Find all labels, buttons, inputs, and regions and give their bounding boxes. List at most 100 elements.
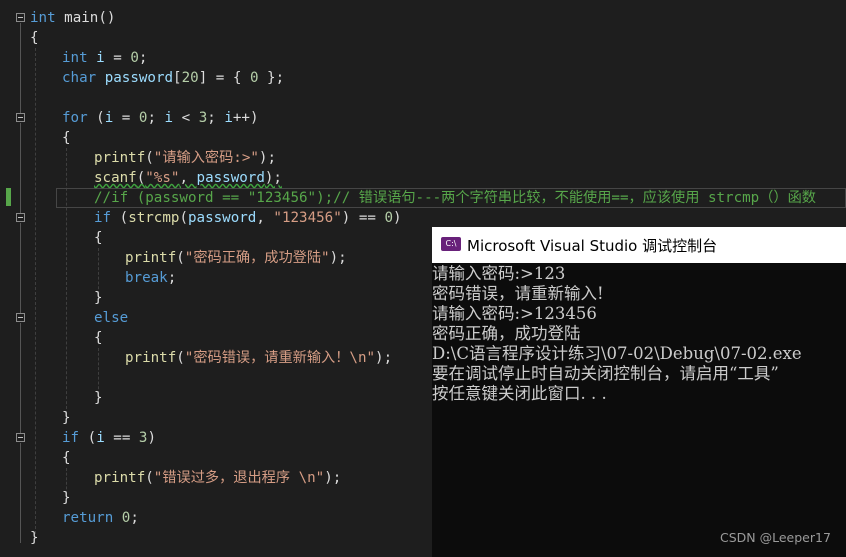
console-output-line: 密码错误，请重新输入!: [432, 284, 604, 303]
code-text: ;: [207, 110, 225, 126]
console-title-bar[interactable]: C:\ Microsoft Visual Studio 调试控制台: [432, 227, 846, 263]
number: 0: [384, 210, 394, 226]
function-name: scanf: [94, 170, 137, 186]
code-text: );: [329, 250, 347, 266]
comment: //if (password == "123456");// 错误语句---两个…: [94, 190, 816, 206]
brace: {: [30, 30, 39, 46]
identifier: i: [164, 110, 174, 126]
code-line: {: [94, 328, 103, 348]
identifier: i: [87, 50, 105, 66]
code-line: for (i = 0; i < 3; i++): [62, 108, 259, 128]
string-literal: "错误过多，退出程序 \n": [153, 470, 325, 486]
code-text: ;: [147, 110, 165, 126]
code-line: }: [94, 388, 103, 408]
code-line: else: [94, 308, 128, 328]
code-line: char password[20] = { 0 };: [62, 68, 284, 88]
fold-toggle-icon[interactable]: [16, 113, 25, 122]
code-text: main(): [55, 10, 116, 26]
code-text: );: [375, 350, 393, 366]
code-line: {: [94, 228, 103, 248]
identifier: i: [224, 110, 233, 126]
fold-toggle-icon[interactable]: [16, 313, 25, 322]
number: 0: [130, 50, 139, 66]
fold-toggle-icon[interactable]: [16, 433, 25, 442]
code-text: ,: [179, 170, 197, 186]
brace: }: [62, 490, 71, 506]
keyword: if: [62, 430, 80, 446]
fold-region-line: [20, 223, 21, 313]
change-indicator: [6, 188, 11, 206]
code-text: );: [324, 470, 342, 486]
code-text: ;: [138, 50, 148, 66]
code-line: printf("密码错误，请重新输入！\n");: [125, 348, 392, 368]
code-text: );: [258, 150, 276, 166]
code-line: printf("错误过多，退出程序 \n");: [94, 468, 341, 488]
brace: }: [30, 530, 39, 546]
function-name: printf: [125, 350, 177, 366]
keyword: int: [30, 10, 56, 26]
code-line: }: [62, 488, 71, 508]
identifier: i: [96, 430, 105, 446]
watermark: CSDN @Leeper17: [720, 530, 831, 545]
fold-toggle-icon[interactable]: [16, 213, 25, 222]
code-text: ) ==: [341, 210, 385, 226]
fold-toggle-icon[interactable]: [16, 13, 25, 22]
debug-console-window[interactable]: C:\ Microsoft Visual Studio 调试控制台 请输入密码:…: [432, 227, 846, 557]
code-text: =: [104, 50, 131, 66]
code-text: (: [111, 210, 129, 226]
code-line: return 0;: [62, 508, 139, 528]
code-line: {: [30, 28, 39, 48]
function-name: strcmp: [128, 210, 180, 226]
brace: {: [62, 130, 71, 146]
identifier: i: [104, 110, 114, 126]
console-output-line: 按任意键关闭此窗口. . .: [432, 384, 607, 403]
brace: {: [94, 330, 103, 346]
string-literal: "密码正确，成功登陆": [184, 250, 330, 266]
function-name: printf: [125, 250, 177, 266]
fold-region-line: [20, 23, 21, 113]
string-literal: "请输入密码:>": [153, 150, 259, 166]
keyword: else: [94, 310, 129, 326]
brace: {: [94, 230, 103, 246]
code-line: {: [62, 128, 71, 148]
console-output-line: D:\C语言程序设计练习\07-02\Debug\07-02.exe: [432, 344, 802, 363]
code-line: //if (password == "123456");// 错误语句---两个…: [94, 188, 816, 208]
editor-gutter: [0, 0, 30, 557]
code-line: printf("请输入密码:>");: [94, 148, 276, 168]
code-text: (: [79, 430, 97, 446]
code-line: }: [30, 528, 39, 548]
keyword: if: [94, 210, 112, 226]
keyword: char: [62, 70, 97, 86]
string-literal: "%s": [145, 170, 180, 186]
code-text: (: [179, 210, 188, 226]
number: 3: [198, 110, 208, 126]
code-line: }: [94, 288, 103, 308]
string-literal: "密码错误，请重新输入！\n": [184, 350, 376, 366]
code-line: int main(): [30, 8, 115, 28]
brace: }: [94, 290, 103, 306]
code-line: break;: [125, 268, 176, 288]
fold-region-line: [20, 323, 21, 433]
code-line: scanf("%s", password);: [94, 168, 282, 188]
code-text: <: [173, 110, 199, 126]
code-text: (: [136, 170, 146, 186]
visual-studio-console-icon: C:\: [441, 237, 461, 251]
code-text: (: [145, 470, 154, 486]
brace: {: [62, 450, 71, 466]
keyword: int: [62, 50, 88, 66]
identifier: password: [196, 170, 265, 186]
console-output-line: 要在调试停止时自动关闭控制台，请启用“工具”: [432, 364, 779, 383]
console-title: Microsoft Visual Studio 调试控制台: [467, 237, 718, 255]
fold-region-line: [20, 123, 21, 213]
keyword: break: [125, 270, 168, 286]
console-output-line: 密码正确，成功登陆: [432, 324, 581, 343]
code-line: if (strcmp(password, "123456") == 0): [94, 208, 402, 228]
number: 20: [181, 70, 199, 86]
code-text: ++): [232, 110, 259, 126]
code-line: int i = 0;: [62, 48, 147, 68]
code-text: ): [393, 210, 402, 226]
code-text: =: [113, 110, 139, 126]
console-output-line: 请输入密码:>123: [432, 264, 566, 283]
code-text: (: [176, 350, 185, 366]
